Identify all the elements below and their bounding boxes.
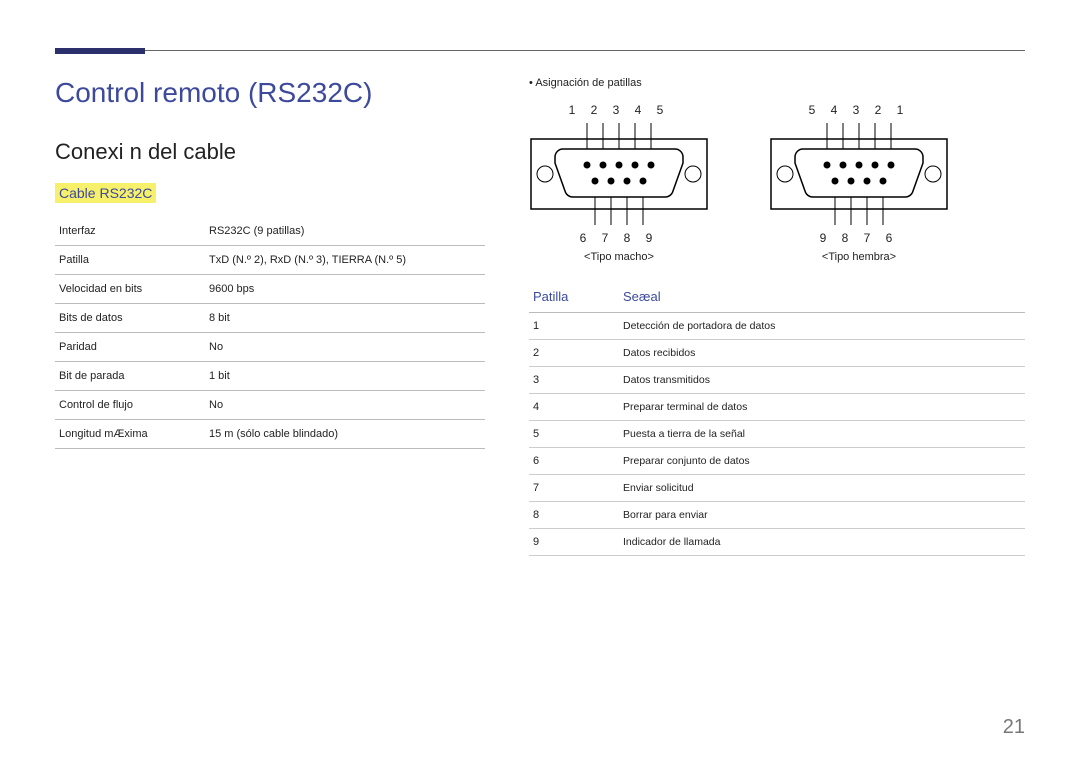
signal-pin: 2 — [529, 340, 619, 367]
right-column: Asignación de patillas 1 2 3 4 5 — [529, 77, 1025, 556]
signal-table: 1Detección de portadora de datos2Datos r… — [529, 313, 1025, 556]
spec-value: TxD (N.º 2), RxD (N.º 3), TIERRA (N.º 5) — [205, 246, 485, 275]
signal-desc: Datos recibidos — [619, 340, 1025, 367]
signal-desc: Enviar solicitud — [619, 475, 1025, 502]
signal-table-header: Patilla Seæal — [529, 281, 1025, 313]
spec-table: InterfazRS232C (9 patillas)PatillaTxD (N… — [55, 217, 485, 449]
table-row: Velocidad en bits9600 bps — [55, 275, 485, 304]
signal-header-pin: Patilla — [533, 289, 623, 304]
male-bottom-pin-numbers: 6 7 8 9 — [529, 231, 709, 245]
page-title: Control remoto (RS232C) — [55, 77, 485, 109]
table-row: Control de flujoNo — [55, 391, 485, 420]
signal-pin: 4 — [529, 394, 619, 421]
spec-value: 15 m (sólo cable blindado) — [205, 420, 485, 449]
table-row: 6Preparar conjunto de datos — [529, 448, 1025, 475]
spec-value: 1 bit — [205, 362, 485, 391]
table-row: InterfazRS232C (9 patillas) — [55, 217, 485, 246]
table-row: 1Detección de portadora de datos — [529, 313, 1025, 340]
signal-pin: 8 — [529, 502, 619, 529]
signal-pin: 1 — [529, 313, 619, 340]
female-top-pin-numbers: 5 4 3 2 1 — [769, 103, 949, 117]
signal-header-signal: Seæal — [623, 289, 661, 304]
table-row: 5Puesta a tierra de la señal — [529, 421, 1025, 448]
header-rule — [55, 50, 1025, 51]
signal-desc: Preparar conjunto de datos — [619, 448, 1025, 475]
dsub-female-icon — [769, 119, 949, 229]
table-row: 3Datos transmitidos — [529, 367, 1025, 394]
table-row: PatillaTxD (N.º 2), RxD (N.º 3), TIERRA … — [55, 246, 485, 275]
signal-pin: 3 — [529, 367, 619, 394]
spec-label: Longitud mÆxima — [55, 420, 205, 449]
spec-value: RS232C (9 patillas) — [205, 217, 485, 246]
signal-pin: 7 — [529, 475, 619, 502]
signal-desc: Borrar para enviar — [619, 502, 1025, 529]
table-row: Bits de datos8 bit — [55, 304, 485, 333]
section-heading: Conexi n del cable — [55, 139, 485, 165]
spec-value: 8 bit — [205, 304, 485, 333]
table-row: Bit de parada1 bit — [55, 362, 485, 391]
signal-desc: Indicador de llamada — [619, 529, 1025, 556]
signal-pin: 9 — [529, 529, 619, 556]
table-row: 2Datos recibidos — [529, 340, 1025, 367]
male-connector-diagram: 1 2 3 4 5 — [529, 103, 709, 263]
table-row: 4Preparar terminal de datos — [529, 394, 1025, 421]
subheading-highlight: Cable RS232C — [55, 183, 156, 203]
signal-pin: 6 — [529, 448, 619, 475]
table-row: 7Enviar solicitud — [529, 475, 1025, 502]
spec-label: Control de flujo — [55, 391, 205, 420]
spec-value: 9600 bps — [205, 275, 485, 304]
spec-label: Velocidad en bits — [55, 275, 205, 304]
table-row: 8Borrar para enviar — [529, 502, 1025, 529]
signal-desc: Detección de portadora de datos — [619, 313, 1025, 340]
document-page: Control remoto (RS232C) Conexi n del cab… — [0, 0, 1080, 763]
female-caption: <Tipo hembra> — [769, 251, 949, 263]
pin-assignment-bullet: Asignación de patillas — [529, 77, 1025, 89]
connector-diagrams: 1 2 3 4 5 — [529, 103, 1025, 263]
spec-value: No — [205, 391, 485, 420]
spec-value: No — [205, 333, 485, 362]
spec-label: Interfaz — [55, 217, 205, 246]
signal-pin: 5 — [529, 421, 619, 448]
spec-label: Bits de datos — [55, 304, 205, 333]
male-caption: <Tipo macho> — [529, 251, 709, 263]
male-top-pin-numbers: 1 2 3 4 5 — [529, 103, 709, 117]
female-connector-diagram: 5 4 3 2 1 — [769, 103, 949, 263]
spec-label: Paridad — [55, 333, 205, 362]
signal-desc: Puesta a tierra de la señal — [619, 421, 1025, 448]
spec-label: Bit de parada — [55, 362, 205, 391]
signal-desc: Preparar terminal de datos — [619, 394, 1025, 421]
table-row: ParidadNo — [55, 333, 485, 362]
table-row: Longitud mÆxima15 m (sólo cable blindado… — [55, 420, 485, 449]
spec-label: Patilla — [55, 246, 205, 275]
female-bottom-pin-numbers: 9 8 7 6 — [769, 231, 949, 245]
page-number: 21 — [1003, 716, 1025, 739]
left-column: Control remoto (RS232C) Conexi n del cab… — [55, 77, 485, 556]
table-row: 9Indicador de llamada — [529, 529, 1025, 556]
signal-desc: Datos transmitidos — [619, 367, 1025, 394]
dsub-male-icon — [529, 119, 709, 229]
two-column-layout: Control remoto (RS232C) Conexi n del cab… — [55, 77, 1025, 556]
